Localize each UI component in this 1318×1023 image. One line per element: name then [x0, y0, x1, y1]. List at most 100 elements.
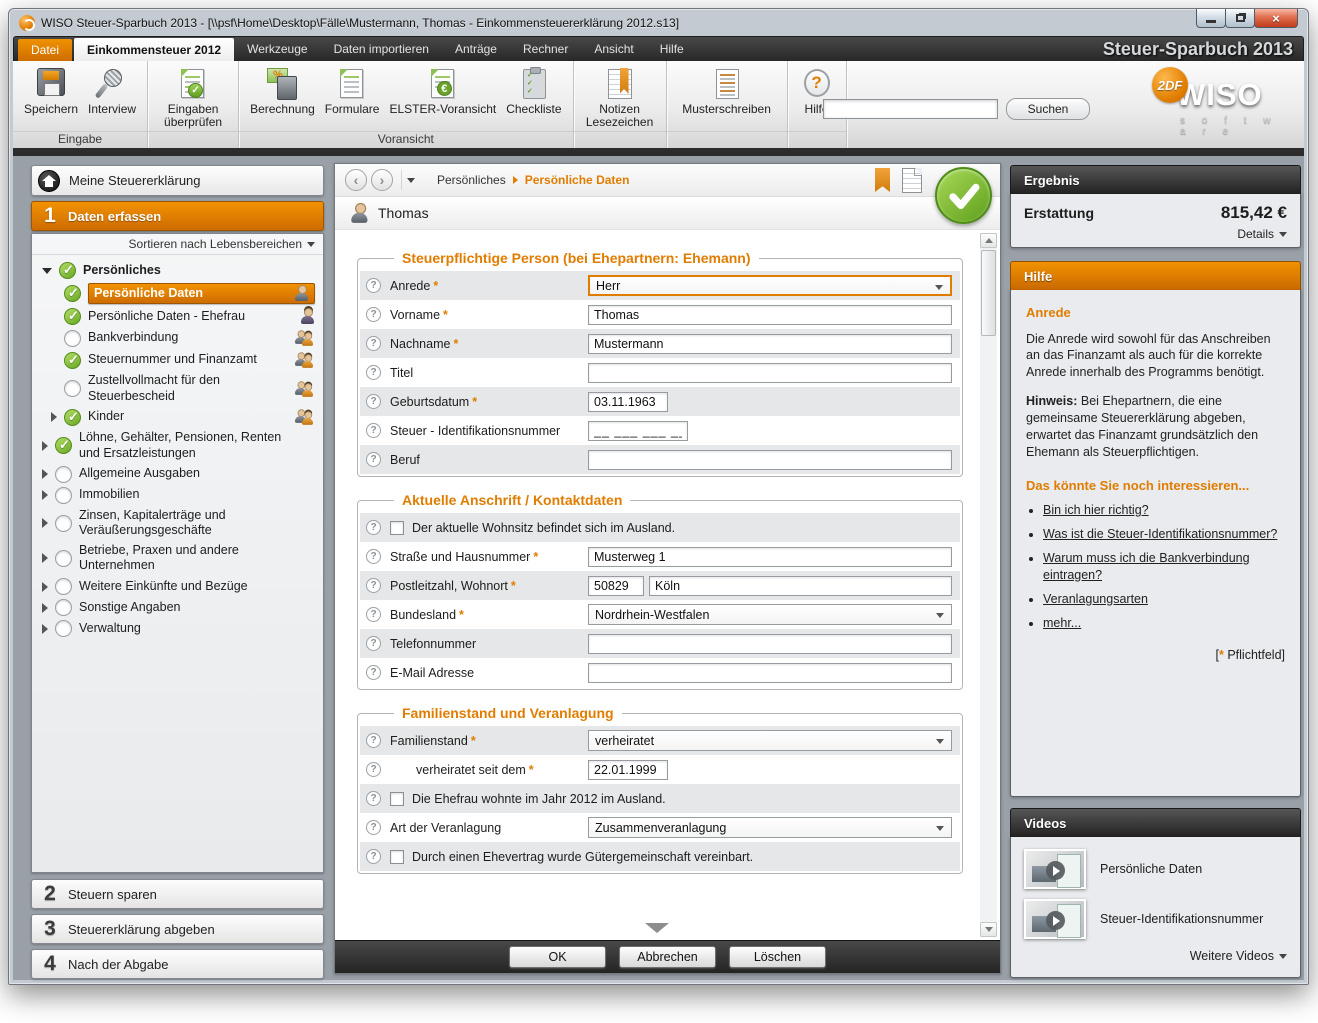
- help-icon[interactable]: ?: [366, 849, 381, 864]
- menu-ansicht[interactable]: Ansicht: [581, 37, 646, 61]
- help-icon[interactable]: ?: [366, 762, 381, 777]
- expander-closed-icon[interactable]: [42, 490, 48, 500]
- scrollbar-thumb[interactable]: [981, 250, 996, 336]
- maximize-button[interactable]: [1225, 9, 1255, 28]
- familienstand-select[interactable]: verheiratet: [588, 730, 952, 751]
- breadcrumb-parent[interactable]: Persönliches: [437, 173, 506, 187]
- wohnsitz-ausland-checkbox[interactable]: [390, 521, 404, 535]
- tab-einkommensteuer-2012[interactable]: Einkommensteuer 2012: [74, 38, 234, 61]
- anrede-select[interactable]: Herr: [588, 275, 952, 296]
- menu-antraege[interactable]: Anträge: [442, 37, 510, 61]
- ehevertrag-checkbox[interactable]: [390, 850, 404, 864]
- expander-closed-icon[interactable]: [42, 553, 48, 563]
- berechnung-button[interactable]: Berechnung: [247, 66, 318, 117]
- step-1-daten-erfassen[interactable]: 1 Daten erfassen: [31, 201, 324, 231]
- help-icon[interactable]: ?: [366, 520, 381, 535]
- strasse-input[interactable]: [588, 547, 952, 567]
- help-icon[interactable]: ?: [366, 820, 381, 835]
- telefon-input[interactable]: [588, 634, 952, 654]
- tree-item-persoenliche-daten[interactable]: Persönliche Daten: [38, 281, 319, 306]
- tree-item-persoenliches[interactable]: Persönliches: [38, 260, 319, 281]
- bookmark-icon[interactable]: [875, 168, 890, 192]
- suchen-button[interactable]: Suchen: [1006, 98, 1090, 120]
- help-icon[interactable]: ?: [366, 336, 381, 351]
- help-icon[interactable]: ?: [366, 278, 381, 293]
- weitere-videos-dropdown[interactable]: Weitere Videos: [1024, 949, 1287, 963]
- musterschreiben-button[interactable]: Musterschreiben: [675, 66, 779, 117]
- menu-werkzeuge[interactable]: Werkzeuge: [234, 37, 320, 61]
- tree-item-sonstige-angaben[interactable]: Sonstige Angaben: [38, 597, 319, 618]
- ok-button[interactable]: OK: [509, 946, 606, 968]
- interview-button[interactable]: Interview: [85, 66, 139, 117]
- tree-item-loehne-gehaelter[interactable]: Löhne, Gehälter, Pensionen, Renten und E…: [38, 428, 319, 463]
- expander-closed-icon[interactable]: [42, 518, 48, 528]
- checkliste-button[interactable]: Checkliste: [503, 66, 564, 117]
- link-mehr[interactable]: mehr...: [1043, 616, 1081, 630]
- help-icon[interactable]: ?: [366, 394, 381, 409]
- tree-item-immobilien[interactable]: Immobilien: [38, 485, 319, 506]
- tree-item-steuernummer-finanzamt[interactable]: Steuernummer und Finanzamt: [38, 349, 319, 371]
- close-button[interactable]: ×: [1254, 9, 1298, 28]
- beruf-input[interactable]: [588, 450, 952, 470]
- sort-dropdown[interactable]: Sortieren nach Lebensbereichen: [32, 234, 323, 255]
- tree-item-betriebe-praxen[interactable]: Betriebe, Praxen und andere Unternehmen: [38, 541, 319, 576]
- step-2-steuern-sparen[interactable]: 2 Steuern sparen: [31, 879, 324, 909]
- help-icon[interactable]: ?: [366, 365, 381, 380]
- ehefrau-ausland-checkbox[interactable]: [390, 792, 404, 806]
- nachname-input[interactable]: [588, 334, 952, 354]
- scrollbar-down-button[interactable]: [980, 922, 997, 937]
- tree-item-allgemeine-ausgaben[interactable]: Allgemeine Ausgaben: [38, 464, 319, 485]
- history-dropdown[interactable]: [401, 170, 419, 190]
- video-item-persoenliche-daten[interactable]: Persönliche Daten: [1024, 849, 1287, 889]
- tree-item-verwaltung[interactable]: Verwaltung: [38, 618, 319, 639]
- help-icon[interactable]: ?: [366, 423, 381, 438]
- elster-voransicht-button[interactable]: € ELSTER-Voransicht: [386, 66, 499, 117]
- wohnort-input[interactable]: [649, 576, 952, 596]
- details-dropdown[interactable]: Details: [1024, 227, 1287, 241]
- loeschen-button[interactable]: Löschen: [729, 946, 826, 968]
- link-veranlagungsarten[interactable]: Veranlagungsarten: [1043, 592, 1148, 606]
- help-icon[interactable]: ?: [366, 607, 381, 622]
- scroll-down-arrow-icon[interactable]: [645, 923, 669, 933]
- formulare-button[interactable]: Formulare: [322, 66, 383, 117]
- abbrechen-button[interactable]: Abbrechen: [619, 946, 716, 968]
- notizen-lesezeichen-button[interactable]: Notizen Lesezeichen: [582, 66, 658, 131]
- expander-open-icon[interactable]: [42, 268, 52, 274]
- help-icon[interactable]: ?: [366, 452, 381, 467]
- video-thumbnail[interactable]: [1024, 899, 1086, 939]
- expander-closed-icon[interactable]: [42, 441, 48, 451]
- video-item-steuer-identifikationsnummer[interactable]: Steuer-Identifikationsnummer: [1024, 899, 1287, 939]
- help-icon[interactable]: ?: [366, 791, 381, 806]
- verheiratet-seit-input[interactable]: [588, 760, 668, 780]
- tree-item-weitere-einkuenfte[interactable]: Weitere Einkünfte und Bezüge: [38, 576, 319, 597]
- expander-closed-icon[interactable]: [42, 469, 48, 479]
- link-bin-ich-hier-richtig[interactable]: Bin ich hier richtig?: [1043, 503, 1149, 517]
- plz-input[interactable]: [588, 576, 644, 596]
- expander-closed-icon[interactable]: [51, 412, 57, 422]
- step-3-steuererklaerung-abgeben[interactable]: 3 Steuererklärung abgeben: [31, 914, 324, 944]
- help-icon[interactable]: ?: [366, 549, 381, 564]
- scrollbar-up-button[interactable]: [980, 233, 997, 248]
- vertical-scrollbar[interactable]: [980, 233, 997, 937]
- tree-item-zinsen-kapitalertraege[interactable]: Zinsen, Kapitalerträge und Veräußerungsg…: [38, 506, 319, 541]
- titel-input[interactable]: [588, 363, 952, 383]
- menu-daten-importieren[interactable]: Daten importieren: [321, 37, 442, 61]
- help-icon[interactable]: ?: [366, 733, 381, 748]
- menu-hilfe[interactable]: Hilfe: [647, 37, 697, 61]
- link-bankverbindung-eintragen[interactable]: Warum muss ich die Bankverbindung eintra…: [1043, 551, 1250, 582]
- expander-closed-icon[interactable]: [42, 603, 48, 613]
- back-button[interactable]: ‹: [345, 169, 367, 191]
- video-thumbnail[interactable]: [1024, 849, 1086, 889]
- menu-rechner[interactable]: Rechner: [510, 37, 581, 61]
- meine-steuererklaerung-button[interactable]: Meine Steuererklärung: [31, 165, 324, 196]
- vorname-input[interactable]: [588, 305, 952, 325]
- help-icon[interactable]: ?: [366, 578, 381, 593]
- eingaben-ueberpruefen-button[interactable]: ✓ Eingaben überprüfen: [156, 66, 230, 131]
- step-4-nach-der-abgabe[interactable]: 4 Nach der Abgabe: [31, 949, 324, 979]
- menu-datei[interactable]: Datei: [18, 39, 72, 61]
- help-icon[interactable]: ?: [366, 665, 381, 680]
- search-input[interactable]: [823, 99, 998, 119]
- tree-item-kinder[interactable]: Kinder: [38, 406, 319, 428]
- steuer-id-input[interactable]: [588, 421, 688, 441]
- note-icon[interactable]: [902, 168, 922, 193]
